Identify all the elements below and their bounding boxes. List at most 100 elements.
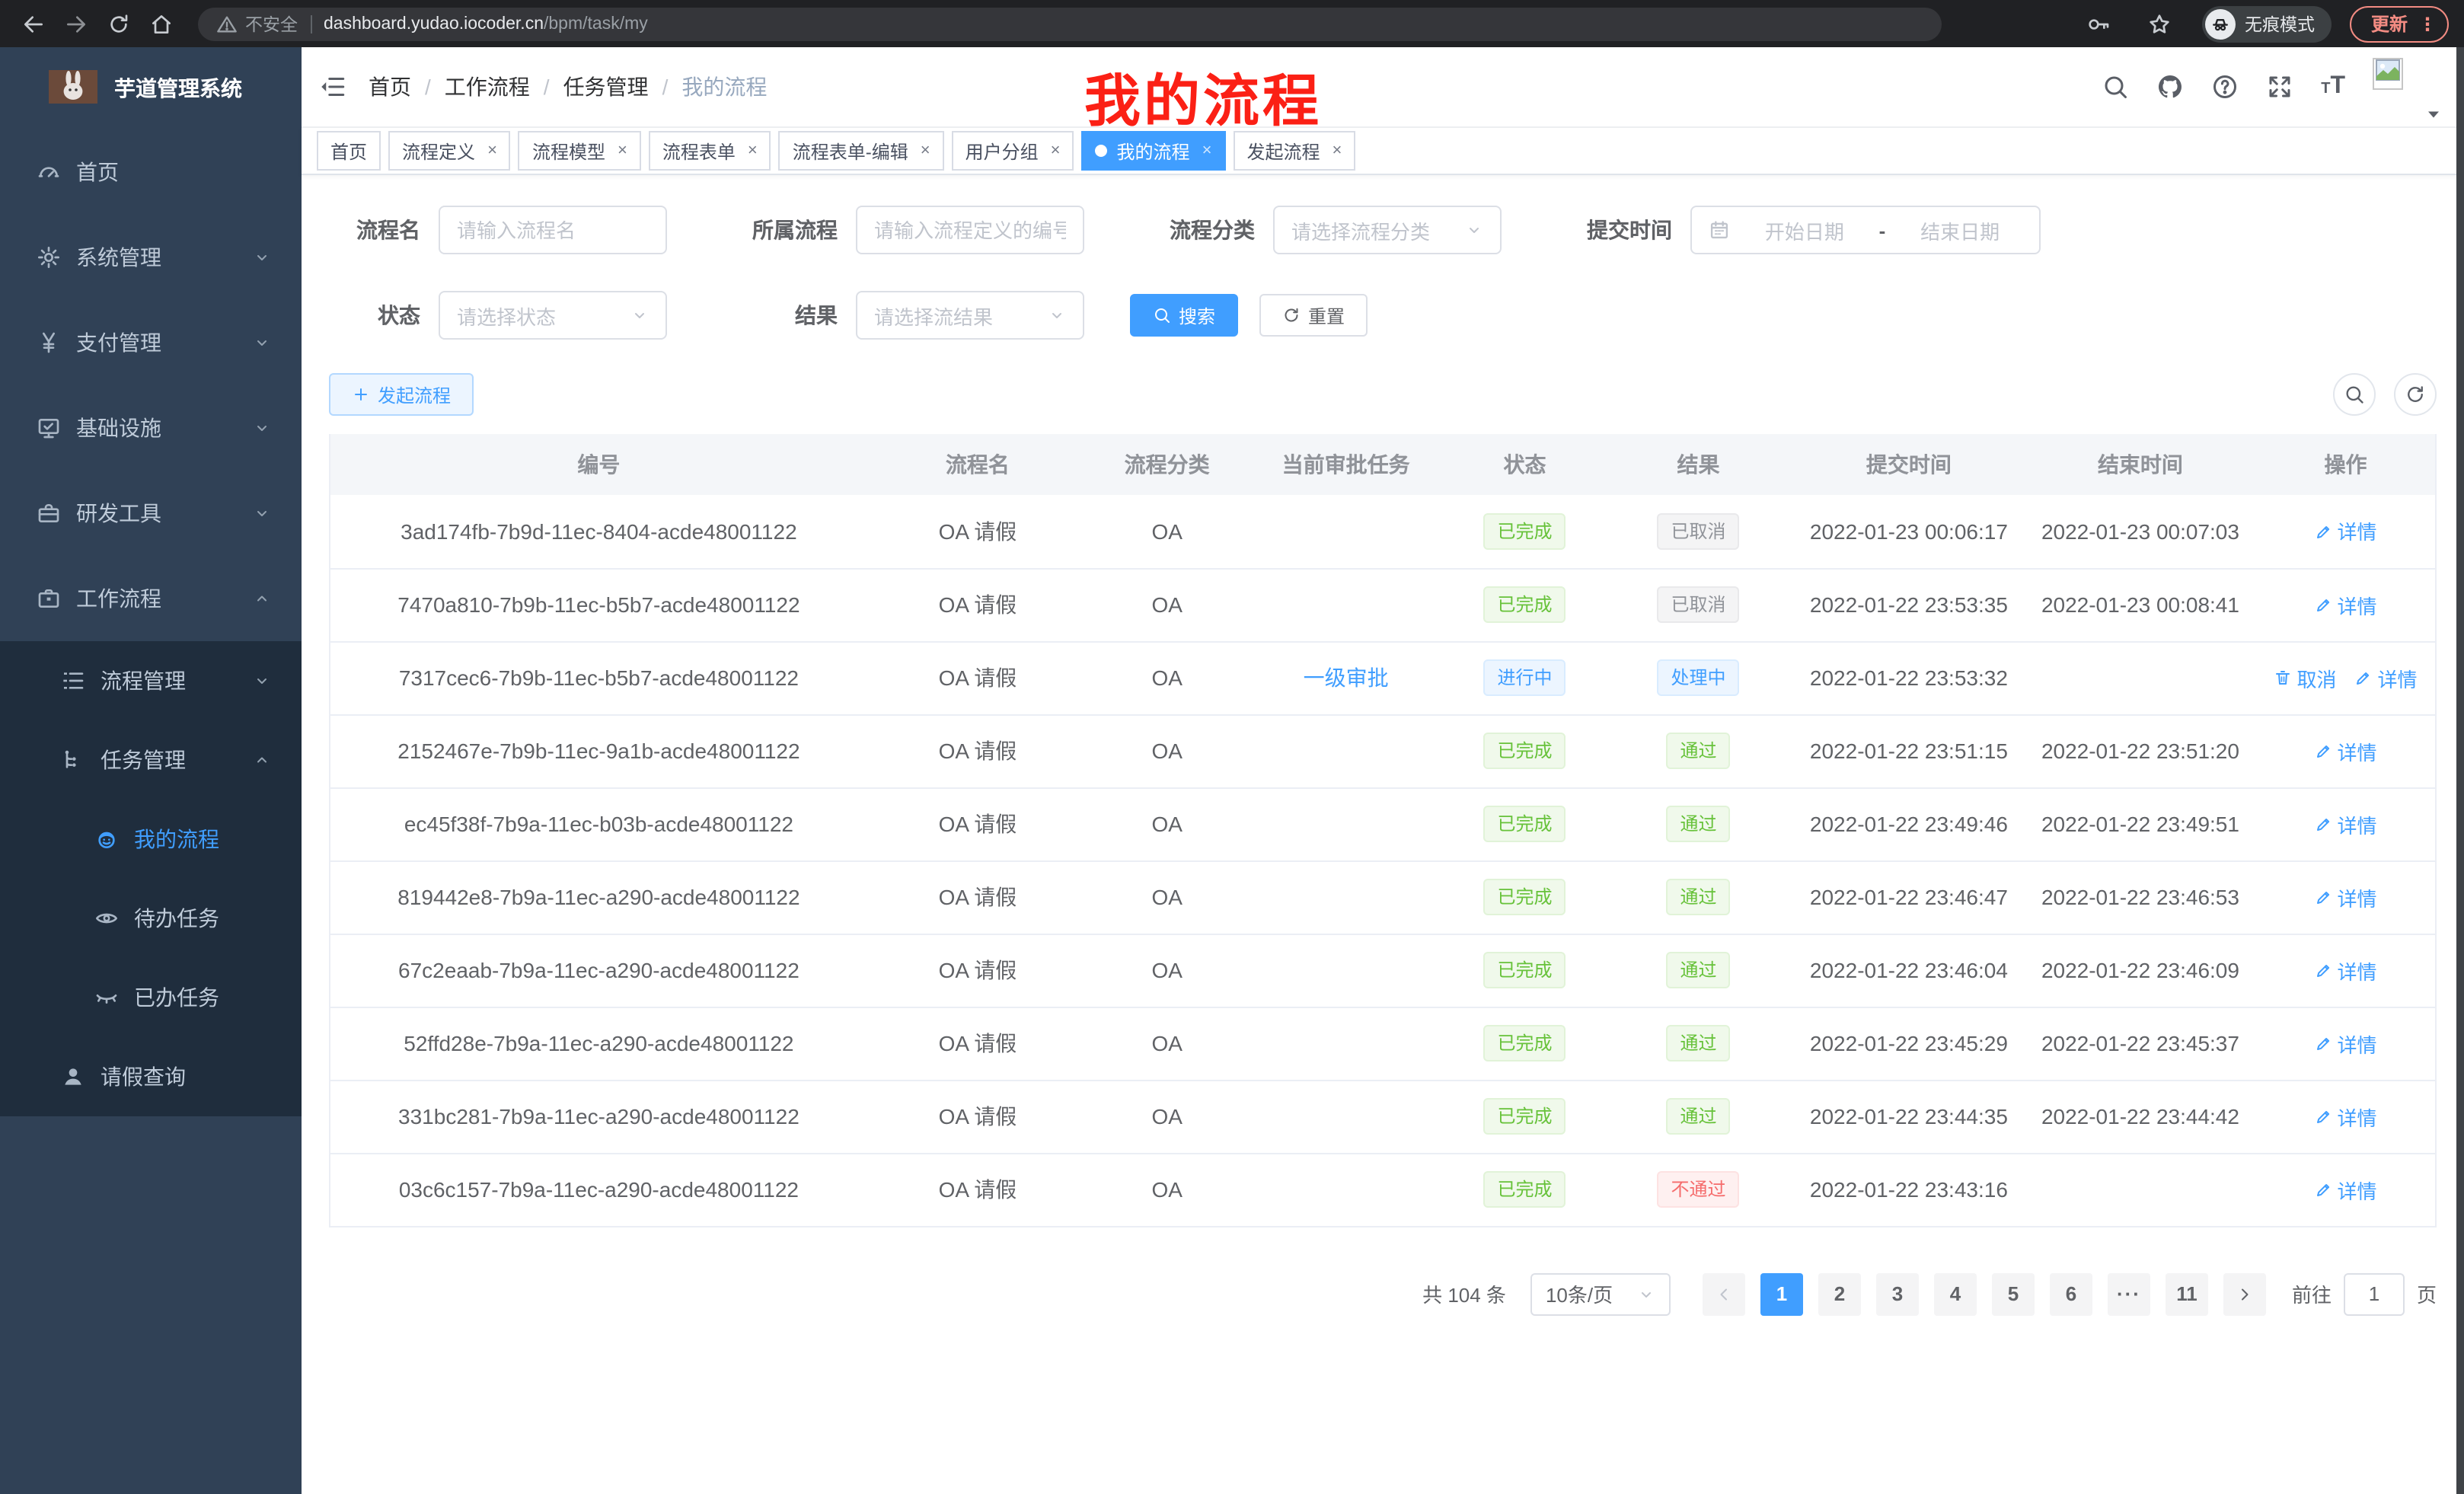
tab-用户分组[interactable]: 用户分组× xyxy=(952,131,1074,171)
refresh-table-button[interactable] xyxy=(2394,373,2437,416)
end-date-placeholder: 结束日期 xyxy=(1897,215,2022,244)
tab-label: 流程定义 xyxy=(402,138,475,164)
sidebar-item-leave-query[interactable]: 请假查询 xyxy=(0,1037,302,1116)
sidebar-item-infra[interactable]: 基础设施 xyxy=(0,385,302,471)
browser-menu-icon[interactable]: ⋮ xyxy=(2418,13,2437,34)
sidebar-item-system[interactable]: 系统管理 xyxy=(0,215,302,300)
cell-end-time: 2022-01-22 23:46:09 xyxy=(2025,934,2256,1007)
sidebar-item-home[interactable]: 首页 xyxy=(0,129,302,215)
cell-result: 已取消 xyxy=(1604,495,1793,568)
breadcrumb-task-mgmt[interactable]: 任务管理 xyxy=(563,72,649,102)
logo-row[interactable]: 芋道管理系统 xyxy=(0,47,302,129)
detail-action[interactable]: 详情 xyxy=(2314,1029,2376,1058)
close-icon[interactable]: × xyxy=(1051,142,1061,160)
breadcrumb-separator: / xyxy=(425,75,431,99)
home-icon[interactable] xyxy=(143,5,180,42)
fullscreen-icon[interactable] xyxy=(2266,73,2293,101)
detail-action[interactable]: 详情 xyxy=(2314,956,2376,985)
page-button-2[interactable]: 2 xyxy=(1818,1272,1861,1315)
page-button-6[interactable]: 6 xyxy=(2050,1272,2092,1315)
detail-action[interactable]: 详情 xyxy=(2314,809,2376,838)
sidebar-item-devtools[interactable]: 研发工具 xyxy=(0,471,302,556)
help-icon[interactable] xyxy=(2211,73,2239,101)
cell-result: 通过 xyxy=(1604,934,1793,1007)
sidebar-item-todo-tasks[interactable]: 待办任务 xyxy=(0,879,302,958)
result-select[interactable]: 请选择流结果 xyxy=(856,291,1084,340)
page-button-4[interactable]: 4 xyxy=(1934,1272,1977,1315)
plus-icon xyxy=(352,385,370,404)
search-button[interactable]: 搜索 xyxy=(1130,294,1238,337)
date-range-picker[interactable]: 开始日期 - 结束日期 xyxy=(1690,206,2041,254)
sidebar-item-done-tasks[interactable]: 已办任务 xyxy=(0,958,302,1037)
breadcrumb-separator: / xyxy=(662,75,669,99)
detail-action[interactable]: 详情 xyxy=(2314,1175,2376,1204)
prev-page-button[interactable] xyxy=(1703,1272,1745,1315)
page-scrollbar[interactable] xyxy=(2456,47,2464,1494)
font-size-icon[interactable]: TT xyxy=(2321,75,2345,99)
cell-process-name: OA 请假 xyxy=(867,787,1088,860)
sidebar-item-my-process[interactable]: 我的流程 xyxy=(0,800,302,879)
bookmark-star-icon[interactable] xyxy=(2141,5,2178,42)
goto-page-input[interactable] xyxy=(2344,1272,2405,1315)
sidebar-item-workflow[interactable]: 工作流程 xyxy=(0,556,302,641)
cancel-action[interactable]: 取消 xyxy=(2274,663,2336,692)
page-size-select[interactable]: 10条/页 xyxy=(1530,1272,1671,1315)
detail-action[interactable]: 详情 xyxy=(2314,517,2376,546)
sidebar-item-task-mgmt[interactable]: 任务管理 xyxy=(0,720,302,800)
edit-icon xyxy=(2314,888,2332,906)
close-icon[interactable]: × xyxy=(748,142,758,160)
cell-end-time: 2022-01-22 23:49:51 xyxy=(2025,787,2256,860)
close-icon[interactable]: × xyxy=(618,142,627,160)
tab-流程表单[interactable]: 流程表单× xyxy=(649,131,771,171)
close-icon[interactable]: × xyxy=(1332,142,1342,160)
tab-流程表单-编辑[interactable]: 流程表单-编辑 × xyxy=(779,131,944,171)
user-avatar[interactable] xyxy=(2373,59,2443,126)
task-link[interactable]: 一级审批 xyxy=(1304,666,1389,690)
chevron-up-icon xyxy=(253,589,271,608)
cell-process-name: OA 请假 xyxy=(867,641,1088,714)
breadcrumb-home[interactable]: 首页 xyxy=(369,72,411,102)
detail-action[interactable]: 详情 xyxy=(2314,883,2376,911)
detail-action[interactable]: 详情 xyxy=(2314,1102,2376,1131)
search-icon xyxy=(1153,306,1171,324)
sidebar-toggle-icon[interactable] xyxy=(320,73,347,101)
close-icon[interactable]: × xyxy=(921,142,930,160)
tab-流程模型[interactable]: 流程模型× xyxy=(519,131,641,171)
close-icon[interactable]: × xyxy=(487,142,497,160)
forward-icon[interactable] xyxy=(58,5,94,42)
caret-down-icon[interactable] xyxy=(2424,105,2443,123)
tab-流程定义[interactable]: 流程定义 × xyxy=(388,131,511,171)
key-icon[interactable] xyxy=(2080,5,2117,42)
back-icon[interactable] xyxy=(15,5,52,42)
detail-action[interactable]: 详情 xyxy=(2314,736,2376,765)
reset-button[interactable]: 重置 xyxy=(1259,294,1368,337)
close-icon[interactable]: × xyxy=(1202,142,1212,160)
category-select[interactable]: 请选择流程分类 xyxy=(1273,206,1502,254)
search-icon[interactable] xyxy=(2102,73,2129,101)
sidebar-item-process-mgmt[interactable]: 流程管理 xyxy=(0,641,302,720)
next-page-button[interactable] xyxy=(2223,1272,2266,1315)
reload-icon[interactable] xyxy=(101,5,137,42)
status-select[interactable]: 请选择状态 xyxy=(439,291,667,340)
page-button-5[interactable]: 5 xyxy=(1992,1272,2035,1315)
process-definition-input[interactable] xyxy=(856,206,1084,254)
page-button-11[interactable]: 11 xyxy=(2166,1272,2208,1315)
breadcrumb-workflow[interactable]: 工作流程 xyxy=(445,72,530,102)
update-button[interactable]: 更新 ⋮ xyxy=(2350,5,2449,42)
page-button-3[interactable]: 3 xyxy=(1876,1272,1919,1315)
create-process-button[interactable]: 发起流程 xyxy=(329,373,474,416)
detail-action[interactable]: 详情 xyxy=(2354,663,2417,692)
github-icon[interactable] xyxy=(2156,73,2184,101)
process-name-input[interactable] xyxy=(439,206,667,254)
sidebar-item-payment[interactable]: 支付管理 xyxy=(0,300,302,385)
detail-action[interactable]: 详情 xyxy=(2314,590,2376,619)
result-badge: 通过 xyxy=(1667,952,1731,988)
tab-label: 流程表单-编辑 xyxy=(793,138,908,164)
address-bar[interactable]: 不安全 dashboard.yudao.iocoder.cn/bpm/task/… xyxy=(198,7,1942,40)
pagination-ellipsis[interactable]: ··· xyxy=(2108,1272,2150,1315)
table-row: 52ffd28e-7b9a-11ec-a290-acde48001122OA 请… xyxy=(330,1007,2435,1080)
show-search-button[interactable] xyxy=(2333,373,2376,416)
tab-首页[interactable]: 首页 xyxy=(317,131,381,171)
result-badge: 处理中 xyxy=(1658,659,1740,696)
page-button-1[interactable]: 1 xyxy=(1760,1272,1803,1315)
